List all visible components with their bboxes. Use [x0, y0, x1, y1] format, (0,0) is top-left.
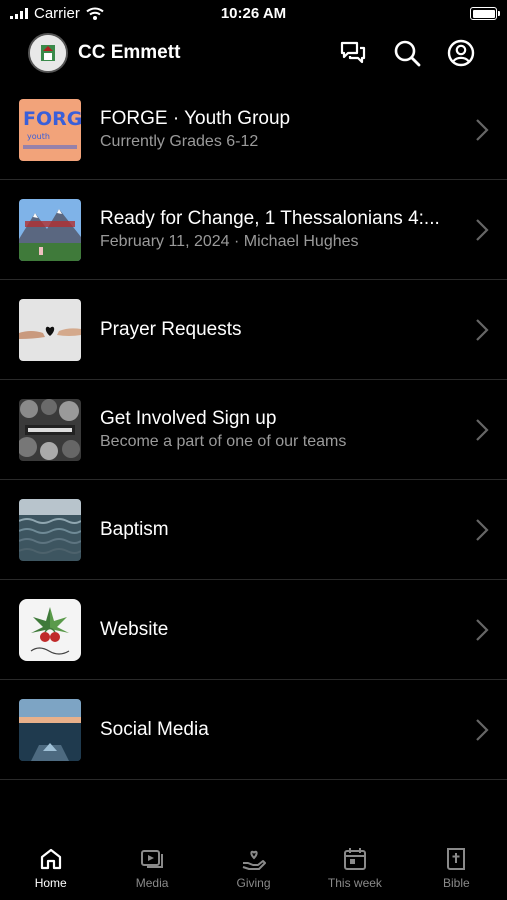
tab-this-week[interactable]: This week	[304, 838, 405, 900]
battery-icon	[470, 7, 500, 20]
content-list: FORGE youth FORGE · Youth Group Currentl…	[0, 80, 507, 780]
list-item-sermon[interactable]: Ready for Change, 1 Thessalonians 4:... …	[0, 180, 507, 280]
website-thumbnail	[19, 599, 81, 661]
home-icon	[40, 848, 61, 870]
tab-bar: Home Media Giving This week Bible	[0, 838, 507, 900]
list-item-title: FORGE · Youth Group	[100, 107, 291, 129]
list-item-website[interactable]: Website	[0, 580, 507, 680]
tab-home[interactable]: Home	[0, 838, 101, 900]
media-icon	[141, 850, 164, 868]
list-item-get-involved[interactable]: Get Involved Sign up Become a part of on…	[0, 380, 507, 480]
giving-icon	[242, 850, 266, 870]
list-item-title: Website	[100, 618, 169, 640]
status-bar: Carrier 10:26 AM	[0, 0, 507, 30]
tab-media[interactable]: Media	[101, 838, 202, 900]
social-media-thumbnail	[19, 699, 81, 761]
list-item-prayer[interactable]: Prayer Requests	[0, 280, 507, 380]
list-item-subtitle: Become a part of one of our teams	[100, 432, 347, 450]
tab-label: Media	[135, 876, 169, 890]
tab-bible[interactable]: Bible	[406, 838, 507, 900]
tab-giving[interactable]: Giving	[203, 838, 304, 900]
chevron-right-icon	[476, 119, 489, 141]
chevron-right-icon	[476, 719, 489, 741]
sermon-thumbnail	[19, 199, 81, 261]
chevron-right-icon	[476, 419, 489, 441]
list-item-baptism[interactable]: Baptism	[0, 480, 507, 580]
header: CC Emmett	[0, 30, 507, 76]
list-item-forge[interactable]: FORGE youth FORGE · Youth Group Currentl…	[0, 80, 507, 180]
tab-label: Home	[34, 876, 67, 890]
forge-thumbnail: FORGE youth	[19, 99, 81, 161]
chevron-right-icon	[476, 519, 489, 541]
header-title: CC Emmett	[78, 42, 181, 63]
list-item-title: Prayer Requests	[100, 318, 242, 340]
tab-label: This week	[327, 876, 382, 890]
list-item-subtitle: February 11, 2024 · Michael Hughes	[100, 232, 359, 250]
chevron-right-icon	[476, 619, 489, 641]
church-avatar[interactable]	[28, 33, 68, 73]
chat-icon[interactable]	[338, 38, 368, 68]
baptism-thumbnail	[19, 499, 81, 561]
calendar-icon	[343, 848, 366, 870]
svg-text:FORGE: FORGE	[23, 108, 81, 130]
svg-text:youth: youth	[27, 132, 50, 141]
tab-label: Bible	[442, 876, 470, 890]
tab-label: Giving	[236, 876, 271, 890]
bible-icon	[447, 848, 466, 870]
list-item-title: Get Involved Sign up	[100, 407, 277, 429]
list-item-title: Baptism	[100, 518, 169, 540]
status-time: 10:26 AM	[220, 5, 287, 22]
search-icon[interactable]	[392, 38, 422, 68]
get-involved-thumbnail	[19, 399, 81, 461]
list-item-subtitle: Currently Grades 6-12	[100, 132, 259, 150]
list-item-title: Ready for Change, 1 Thessalonians 4:...	[100, 207, 440, 229]
chevron-right-icon	[476, 319, 489, 341]
list-item-social-media[interactable]: Social Media	[0, 680, 507, 780]
profile-icon[interactable]	[446, 38, 476, 68]
prayer-thumbnail	[19, 299, 81, 361]
chevron-right-icon	[476, 219, 489, 241]
list-item-title: Social Media	[100, 718, 209, 740]
